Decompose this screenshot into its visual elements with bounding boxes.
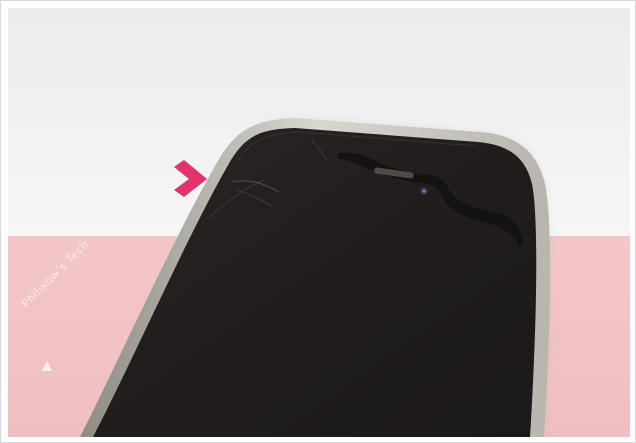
camera-lens-glint: [422, 189, 426, 193]
photo-canvas: [8, 8, 630, 437]
phone-photo: [8, 8, 630, 437]
photo-frame: Philixow’s Tech: [0, 0, 636, 443]
